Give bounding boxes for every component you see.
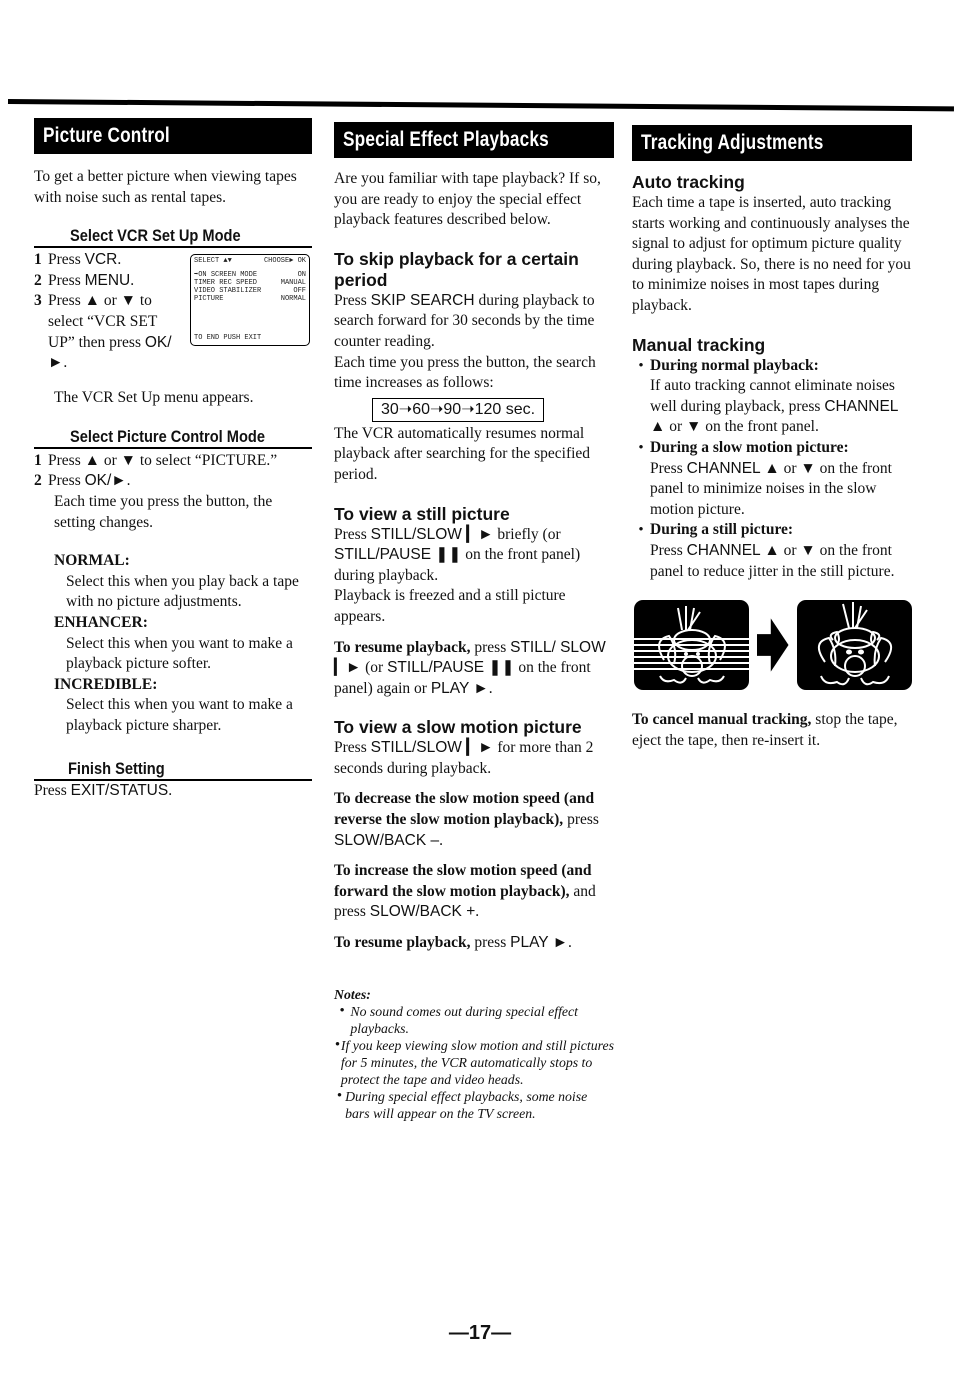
key-name: MENU [84,271,131,289]
paragraph: The VCR automatically resumes normal pla… [334,424,591,483]
section-banner: Tracking Adjustments [632,125,912,161]
section-title: Special Effect Playbacks [343,128,549,151]
paragraph: Press SKIP SEARCH during playback to sea… [334,291,595,350]
subsection-heading: Finish Setting [34,755,312,781]
list-item: • During a slow motion picture: Press CHA… [638,438,892,518]
mode-description: Select this when you play back a tape wi… [66,572,299,611]
osd-row: ➡ON SCREEN MODE ON [194,271,306,280]
osd-header: SELECT ▲▼ CHOOSE► OK [194,257,306,266]
cancel-tracking-text: To cancel manual tracking, stop the tape… [632,711,898,749]
key-name: CHANNEL ▲ [686,541,780,559]
paragraph: To increase the slow motion speed (and f… [334,862,596,921]
paragraph: Each time a tape is inserted, auto track… [632,194,911,314]
heading-text: Select Picture Control Mode [70,426,265,446]
manual-tracking-list: • During normal playback: If auto trackin… [632,356,912,583]
intro-text: Are you familiar with tape playback? If … [334,170,601,229]
key-name: STILL/PAUSE ❚❚ [387,659,515,677]
key-name: STILL/SLOW ▎► [370,525,494,543]
section-title: Tracking Adjustments [641,131,824,154]
osd-footer: TO END PUSH EXIT [194,334,262,343]
mode-description: Select this when you want to make a play… [66,696,293,734]
special-effect-section: Special Effect Playbacks Are you familia… [334,122,614,1122]
finish-text: Press EXIT/STATUS. [34,781,173,799]
paragraph: Each time you press the button, the sear… [334,353,596,392]
list-item: • During a still picture: Press CHANNEL ▲… [638,521,895,580]
note-item: • If you keep viewing slow motion and sti… [334,1036,614,1087]
paragraph: To resume playback, press STILL/ SLOW ▎►… [334,638,606,697]
top-rule [7,99,954,112]
paragraph: Press STILL/SLOW ▎► briefly (or STILL/PA… [334,525,581,584]
step-item: 1 Press ▲ or ▼ to select “PICTURE.” [34,451,278,469]
key-name: SLOW/BACK + [369,903,476,921]
subsection-heading: Select VCR Set Up Mode [34,222,312,249]
key-name: SLOW/BACK – [334,831,440,849]
key-name: STILL/PAUSE ❚❚ [334,546,462,564]
skip-sequence-box: 30➝60➝90➝120 sec. [372,397,545,422]
subsection-heading: To view a slow motion picture [334,717,582,738]
key-name: EXIT/STATUS [70,781,169,799]
subsection-heading: To view a still picture [334,503,510,524]
picture-modes-list: NORMAL: Select this when you play back a… [34,551,312,736]
key-name: STILL/SLOW ▎► [370,739,494,757]
osd-row: PICTURE NORMAL [194,295,306,304]
mode-name: ENHANCER: [54,613,148,631]
section-banner: Picture Control [34,118,312,154]
osd-row: VIDEO STABILIZER OFF [194,287,306,296]
page-number: —17— [448,1322,512,1344]
key-name: OK/► [84,472,127,490]
heading-text: Select VCR Set Up Mode [70,226,241,246]
notes-heading: Notes: [334,986,371,1002]
noisy-picture-tv [634,600,750,691]
result-text: Each time you press the button, the sett… [54,492,273,531]
vcr-setup-steps: 1 Press VCR. 2 Press MENU. 3 Press ▲ or … [34,250,312,392]
osd-row: TIMER REC SPEED MANUAL [194,279,306,288]
paragraph: Playback is freezed and a still picture … [334,587,566,625]
arrow-right-icon [757,618,789,672]
picture-control-section: Picture Control To get a better picture … [34,118,312,801]
step-item: 2 Press MENU. [34,271,135,289]
mode-description: Select this when you want to make a play… [66,634,293,673]
tracking-illustration [634,600,912,691]
step-item: 3 Press ▲ or ▼ to select “VCR SET UP” th… [34,292,172,372]
heading-text: Finish Setting [68,758,165,778]
section-banner: Special Effect Playbacks [334,122,614,158]
subsection-heading: Auto tracking [632,172,745,192]
step-item: 2 Press OK/►. [34,472,131,490]
note-item: • No sound comes out during special effec… [339,1002,578,1036]
key-name: VCR [84,251,118,269]
osd-menu-screen: SELECT ▲▼ CHOOSE► OK ➡ON SCREEN MODE ON T… [190,254,310,347]
intro-text: To get a better picture when viewing tap… [34,168,297,206]
key-name: PLAY ► [510,934,568,952]
mode-name: NORMAL: [54,552,130,570]
tracking-section: Tracking Adjustments Auto tracking Each … [632,125,912,751]
list-item: • During normal playback: If auto trackin… [638,356,898,436]
notes-block: Notes: • No sound comes out during specia… [334,986,614,1122]
dog-cartoon-clear-icon [817,602,892,686]
mode-name: INCREDIBLE: [54,675,158,693]
paragraph: Press STILL/SLOW ▎► for more than 2 seco… [334,739,594,777]
clear-picture-tv [796,600,912,691]
paragraph: To decrease the slow motion speed (and r… [334,790,599,849]
subsection-heading: Select Picture Control Mode [34,423,312,449]
section-title: Picture Control [43,124,170,147]
paragraph: To resume playback, press PLAY ►. [334,934,572,952]
subsection-heading: Manual tracking [632,334,766,355]
key-name: PLAY ► [430,679,489,697]
step-item: 1 Press VCR. [34,251,122,269]
subsection-heading: To skip playback for a certain period [334,248,579,290]
key-name: SKIP SEARCH [370,291,475,309]
key-name: CHANNEL ▲ [686,459,780,477]
note-item: • During special effect playbacks, some n… [336,1087,588,1121]
dog-cartoon-noisy-icon [634,606,750,684]
